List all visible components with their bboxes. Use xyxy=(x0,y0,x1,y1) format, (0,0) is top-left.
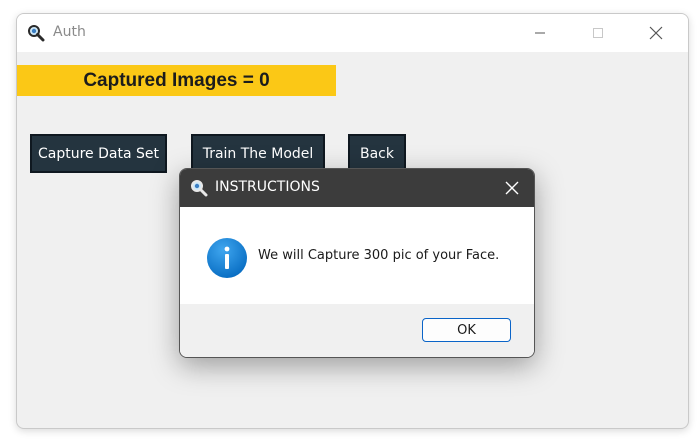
captured-images-banner: Captured Images = 0 xyxy=(17,65,336,96)
dialog-body: We will Capture 300 pic of your Face. xyxy=(180,207,534,304)
close-icon xyxy=(649,26,663,40)
window-title: Auth xyxy=(53,24,86,40)
dialog-message: We will Capture 300 pic of your Face. xyxy=(258,248,500,263)
close-icon xyxy=(505,181,519,195)
magnifier-app-icon xyxy=(191,180,208,197)
info-icon xyxy=(207,238,247,278)
minimize-icon xyxy=(535,32,545,34)
magnifier-app-icon xyxy=(28,25,45,42)
capture-data-set-button[interactable]: Capture Data Set xyxy=(30,134,167,173)
close-button[interactable] xyxy=(633,14,679,52)
dialog-footer: OK xyxy=(180,304,534,357)
ok-button[interactable]: OK xyxy=(422,318,511,342)
instructions-dialog: INSTRUCTIONS We will Capture 300 pic of … xyxy=(179,168,535,358)
dialog-title: INSTRUCTIONS xyxy=(215,179,320,195)
dialog-titlebar: INSTRUCTIONS xyxy=(180,169,534,207)
maximize-button[interactable] xyxy=(575,14,621,52)
dialog-close-button[interactable] xyxy=(490,169,534,207)
minimize-button[interactable] xyxy=(517,14,563,52)
window-titlebar: Auth xyxy=(17,14,688,52)
maximize-icon xyxy=(593,28,603,38)
